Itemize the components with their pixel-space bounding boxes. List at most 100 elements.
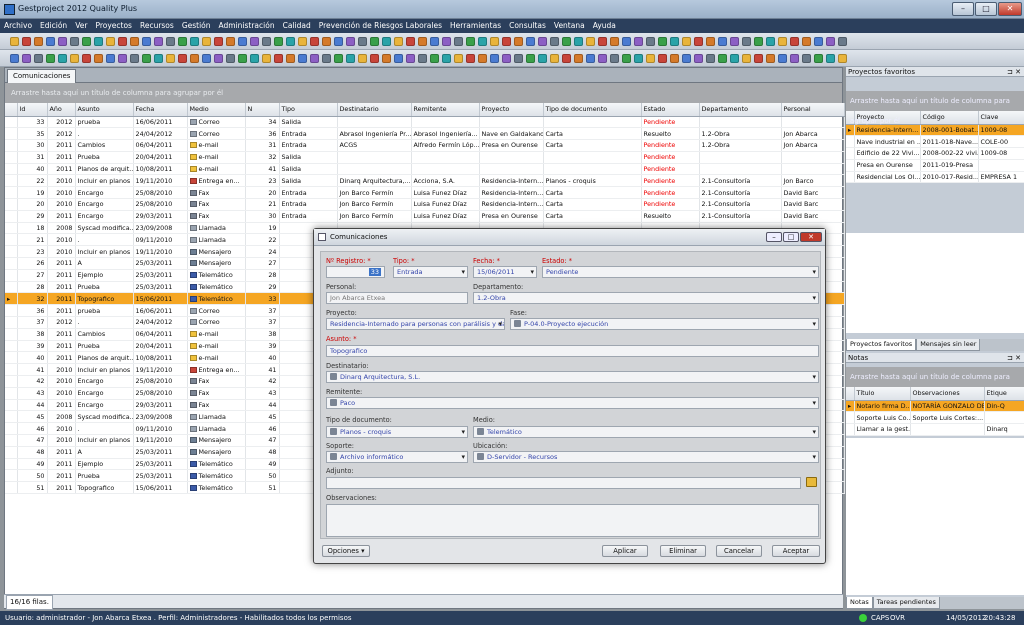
- toolbar-icon[interactable]: [250, 54, 259, 63]
- toolbar-icon[interactable]: [682, 37, 691, 46]
- toolbar-icon[interactable]: [118, 37, 127, 46]
- dialog-close-button[interactable]: ✕: [800, 232, 822, 242]
- nregistro-input[interactable]: 33: [368, 268, 381, 276]
- toolbar-icon[interactable]: [838, 54, 847, 63]
- toolbar-icon[interactable]: [298, 37, 307, 46]
- toolbar-icon[interactable]: [238, 54, 247, 63]
- toolbar-icon[interactable]: [634, 37, 643, 46]
- column-header[interactable]: Clave: [978, 111, 1024, 125]
- toolbar-icon[interactable]: [58, 54, 67, 63]
- toolbar-icon[interactable]: [202, 54, 211, 63]
- table-row[interactable]: 40 2011 Planos de arquit... 10/08/2011 e-mai…: [5, 163, 845, 176]
- toolbar-icon[interactable]: [598, 37, 607, 46]
- dialog-maximize-button[interactable]: □: [783, 232, 799, 242]
- toolbar-icon[interactable]: [178, 54, 187, 63]
- toolbar-icon[interactable]: [166, 54, 175, 63]
- toolbar-icon[interactable]: [166, 37, 175, 46]
- observaciones-textarea[interactable]: [326, 504, 819, 537]
- ubicacion-select[interactable]: D-Servidor - Recursos: [473, 451, 819, 463]
- toolbar-icon[interactable]: [106, 37, 115, 46]
- panel-tab[interactable]: Tareas pendientes: [872, 597, 940, 609]
- column-header[interactable]: N: [245, 103, 280, 117]
- toolbar-icon[interactable]: [838, 37, 847, 46]
- cancelar-button[interactable]: Cancelar: [716, 545, 762, 557]
- column-header[interactable]: Remitente: [411, 103, 480, 117]
- estado-select[interactable]: Pendiente: [542, 266, 819, 278]
- toolbar-icon[interactable]: [670, 37, 679, 46]
- toolbar-icon[interactable]: [778, 54, 787, 63]
- toolbar-icon[interactable]: [190, 54, 199, 63]
- toolbar-icon[interactable]: [334, 37, 343, 46]
- toolbar-icon[interactable]: [490, 37, 499, 46]
- toolbar-icon[interactable]: [766, 37, 775, 46]
- toolbar-icon[interactable]: [742, 37, 751, 46]
- toolbar-icon[interactable]: [106, 54, 115, 63]
- toolbar-icon[interactable]: [22, 54, 31, 63]
- asunto-input[interactable]: Topografico: [326, 345, 819, 357]
- table-row[interactable]: 19 2010 Encargo 25/08/2010 Fax 20 Entrada Jon B…: [5, 186, 845, 200]
- table-row[interactable]: 29 2011 Encargo 29/03/2011 Fax 30 Entrada Jon B…: [5, 210, 845, 223]
- toolbar-icon[interactable]: [310, 54, 319, 63]
- toolbar-icon[interactable]: [34, 37, 43, 46]
- table-row[interactable]: Presa en Ourense 2011-019-Presa: [846, 159, 1024, 172]
- toolbar-icon[interactable]: [610, 54, 619, 63]
- eliminar-button[interactable]: Eliminar: [660, 545, 706, 557]
- column-header[interactable]: Estado: [641, 103, 700, 117]
- toolbar-icon[interactable]: [190, 37, 199, 46]
- table-row[interactable]: Soporte Luis Co... Soporte Luis Cortes:..…: [846, 411, 1024, 425]
- toolbar-icon[interactable]: [622, 37, 631, 46]
- toolbar-icon[interactable]: [22, 37, 31, 46]
- toolbar-icon[interactable]: [142, 37, 151, 46]
- column-header[interactable]: Asunto: [75, 103, 134, 117]
- toolbar-icon[interactable]: [586, 54, 595, 63]
- panel-tab[interactable]: Mensajes sin leer: [916, 339, 981, 351]
- toolbar-icon[interactable]: [382, 54, 391, 63]
- toolbar-icon[interactable]: [718, 37, 727, 46]
- toolbar-icon[interactable]: [58, 37, 67, 46]
- toolbar-icon[interactable]: [262, 54, 271, 63]
- toolbar-icon[interactable]: [154, 37, 163, 46]
- toolbar-icon[interactable]: [718, 54, 727, 63]
- dialog-minimize-button[interactable]: –: [766, 232, 782, 242]
- toolbar-icon[interactable]: [514, 37, 523, 46]
- toolbar-icon[interactable]: [814, 37, 823, 46]
- column-header[interactable]: Proyecto: [479, 103, 544, 117]
- menu-item-0[interactable]: Archivo: [0, 19, 36, 33]
- toolbar-icon[interactable]: [538, 37, 547, 46]
- toolbar-icon[interactable]: [478, 37, 487, 46]
- toolbar-icon[interactable]: [442, 54, 451, 63]
- toolbar-icon[interactable]: [454, 54, 463, 63]
- toolbar-icon[interactable]: [394, 54, 403, 63]
- toolbar-icon[interactable]: [130, 54, 139, 63]
- toolbar-icon[interactable]: [358, 37, 367, 46]
- column-header[interactable]: Título: [854, 387, 911, 401]
- toolbar-icon[interactable]: [238, 37, 247, 46]
- toolbar-icon[interactable]: [262, 37, 271, 46]
- toolbar-icon[interactable]: [322, 54, 331, 63]
- table-row[interactable]: 30 2011 Cambios 06/04/2011 e-mail 31 Entrada AC…: [5, 139, 845, 152]
- toolbar-icon[interactable]: [514, 54, 523, 63]
- toolbar-icon[interactable]: [394, 37, 403, 46]
- toolbar-icon[interactable]: [526, 37, 535, 46]
- adjunto-input[interactable]: [326, 477, 801, 489]
- toolbar-icon[interactable]: [802, 54, 811, 63]
- column-header[interactable]: Departamento: [699, 103, 782, 117]
- toolbar-icon[interactable]: [694, 54, 703, 63]
- toolbar-icon[interactable]: [826, 37, 835, 46]
- toolbar-icon[interactable]: [358, 54, 367, 63]
- tipo-select[interactable]: Entrada: [393, 266, 468, 278]
- toolbar-icon[interactable]: [574, 54, 583, 63]
- toolbar-icon[interactable]: [502, 37, 511, 46]
- menu-item-2[interactable]: Ver: [71, 19, 91, 33]
- maximize-button[interactable]: □: [975, 2, 997, 16]
- menu-item-4[interactable]: Recursos: [136, 19, 178, 33]
- toolbar-icon[interactable]: [778, 37, 787, 46]
- toolbar-icon[interactable]: [82, 37, 91, 46]
- toolbar-icon[interactable]: [214, 37, 223, 46]
- column-header[interactable]: Medio: [187, 103, 246, 117]
- toolbar-icon[interactable]: [310, 37, 319, 46]
- toolbar-icon[interactable]: [646, 37, 655, 46]
- toolbar-icon[interactable]: [94, 37, 103, 46]
- toolbar-icon[interactable]: [82, 54, 91, 63]
- toolbar-icon[interactable]: [694, 37, 703, 46]
